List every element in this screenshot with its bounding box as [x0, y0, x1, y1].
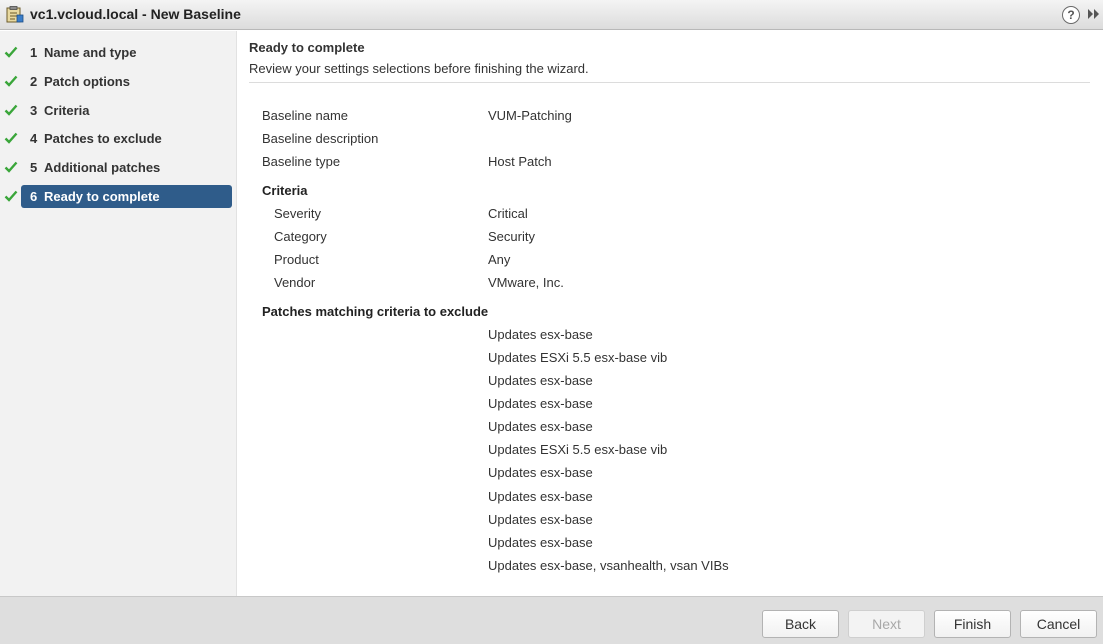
finish-button[interactable]: Finish — [934, 610, 1011, 638]
step-number: 6 — [30, 189, 38, 204]
baseline-type-value: Host Patch — [488, 154, 552, 169]
category-value: Security — [488, 229, 535, 244]
exclude-heading: Patches matching criteria to exclude — [262, 304, 489, 319]
wizard-footer: Back Next Finish Cancel — [0, 596, 1103, 644]
step-pill: 5 Additional patches — [21, 156, 232, 179]
step-patch-options[interactable]: 2 Patch options — [0, 70, 237, 94]
help-icon[interactable]: ? — [1062, 6, 1080, 24]
step-pill: 1 Name and type — [21, 41, 232, 64]
step-label: Additional patches — [44, 160, 161, 175]
step-pill-selected: 6 Ready to complete — [21, 185, 232, 208]
excluded-patch-item: Updates esx-base — [488, 512, 593, 527]
vendor-value: VMware, Inc. — [488, 275, 564, 290]
wizard-steps-sidebar: 1 Name and type 2 Patch options 3 Criter… — [0, 31, 237, 596]
wizard-content: Ready to complete Review your settings s… — [237, 31, 1103, 596]
baseline-name-label: Baseline name — [262, 108, 348, 123]
excluded-patch-item: Updates esx-base — [488, 373, 593, 388]
page-subtitle: Review your settings selections before f… — [249, 61, 589, 76]
step-label: Ready to complete — [44, 189, 160, 204]
product-label: Product — [274, 252, 319, 267]
step-number: 4 — [30, 131, 38, 146]
product-value: Any — [488, 252, 511, 267]
step-number: 5 — [30, 160, 38, 175]
excluded-patch-item: Updates esx-base — [488, 396, 593, 411]
window-title: vc1.vcloud.local - New Baseline — [30, 6, 241, 22]
severity-label: Severity — [274, 206, 321, 221]
checkmark-icon — [4, 132, 18, 144]
step-ready-to-complete[interactable]: 6 Ready to complete — [0, 185, 237, 209]
header-divider — [249, 82, 1090, 83]
checkmark-icon — [4, 75, 18, 87]
excluded-patch-item: Updates ESXi 5.5 esx-base vib — [488, 442, 668, 457]
excluded-patch-item: Updates esx-base — [488, 489, 593, 504]
category-label: Category — [274, 229, 327, 244]
baseline-description-label: Baseline description — [262, 131, 379, 146]
step-number: 3 — [30, 103, 38, 118]
vendor-label: Vendor — [274, 275, 316, 290]
checkmark-icon — [4, 104, 18, 116]
step-criteria[interactable]: 3 Criteria — [0, 99, 237, 123]
step-label: Patch options — [44, 74, 130, 89]
checkmark-icon — [4, 46, 18, 58]
step-pill: 2 Patch options — [21, 70, 232, 93]
excluded-patch-item: Updates esx-base — [488, 535, 593, 550]
step-number: 1 — [30, 45, 38, 60]
excluded-patch-item: Updates ESXi 5.5 esx-base vib — [488, 350, 668, 365]
step-name-and-type[interactable]: 1 Name and type — [0, 41, 237, 65]
step-label: Name and type — [44, 45, 137, 60]
excluded-patch-item: Updates esx-base — [488, 419, 593, 434]
next-button[interactable]: Next — [848, 610, 925, 638]
step-patches-to-exclude[interactable]: 4 Patches to exclude — [0, 127, 237, 151]
step-label: Patches to exclude — [44, 131, 162, 146]
baseline-name-value: VUM-Patching — [488, 108, 572, 123]
cancel-button[interactable]: Cancel — [1020, 610, 1097, 638]
criteria-heading: Criteria — [262, 183, 308, 198]
excluded-patch-item: Updates esx-base — [488, 465, 593, 480]
checkmark-icon — [4, 190, 18, 202]
step-number: 2 — [30, 74, 38, 89]
baseline-type-label: Baseline type — [262, 154, 341, 169]
severity-value: Critical — [488, 206, 528, 221]
step-label: Criteria — [44, 103, 90, 118]
step-pill: 4 Patches to exclude — [21, 127, 232, 150]
baseline-wizard-icon — [6, 6, 24, 23]
step-additional-patches[interactable]: 5 Additional patches — [0, 156, 237, 180]
back-button[interactable]: Back — [762, 610, 839, 638]
double-chevron-right-icon[interactable] — [1088, 8, 1100, 20]
step-pill: 3 Criteria — [21, 99, 232, 122]
excluded-patch-item: Updates esx-base — [488, 327, 593, 342]
checkmark-icon — [4, 161, 18, 173]
page-title: Ready to complete — [249, 40, 365, 55]
excluded-patch-item: Updates esx-base, vsanhealth, vsan VIBs — [488, 558, 729, 573]
title-bar: vc1.vcloud.local - New Baseline ? — [0, 0, 1103, 30]
